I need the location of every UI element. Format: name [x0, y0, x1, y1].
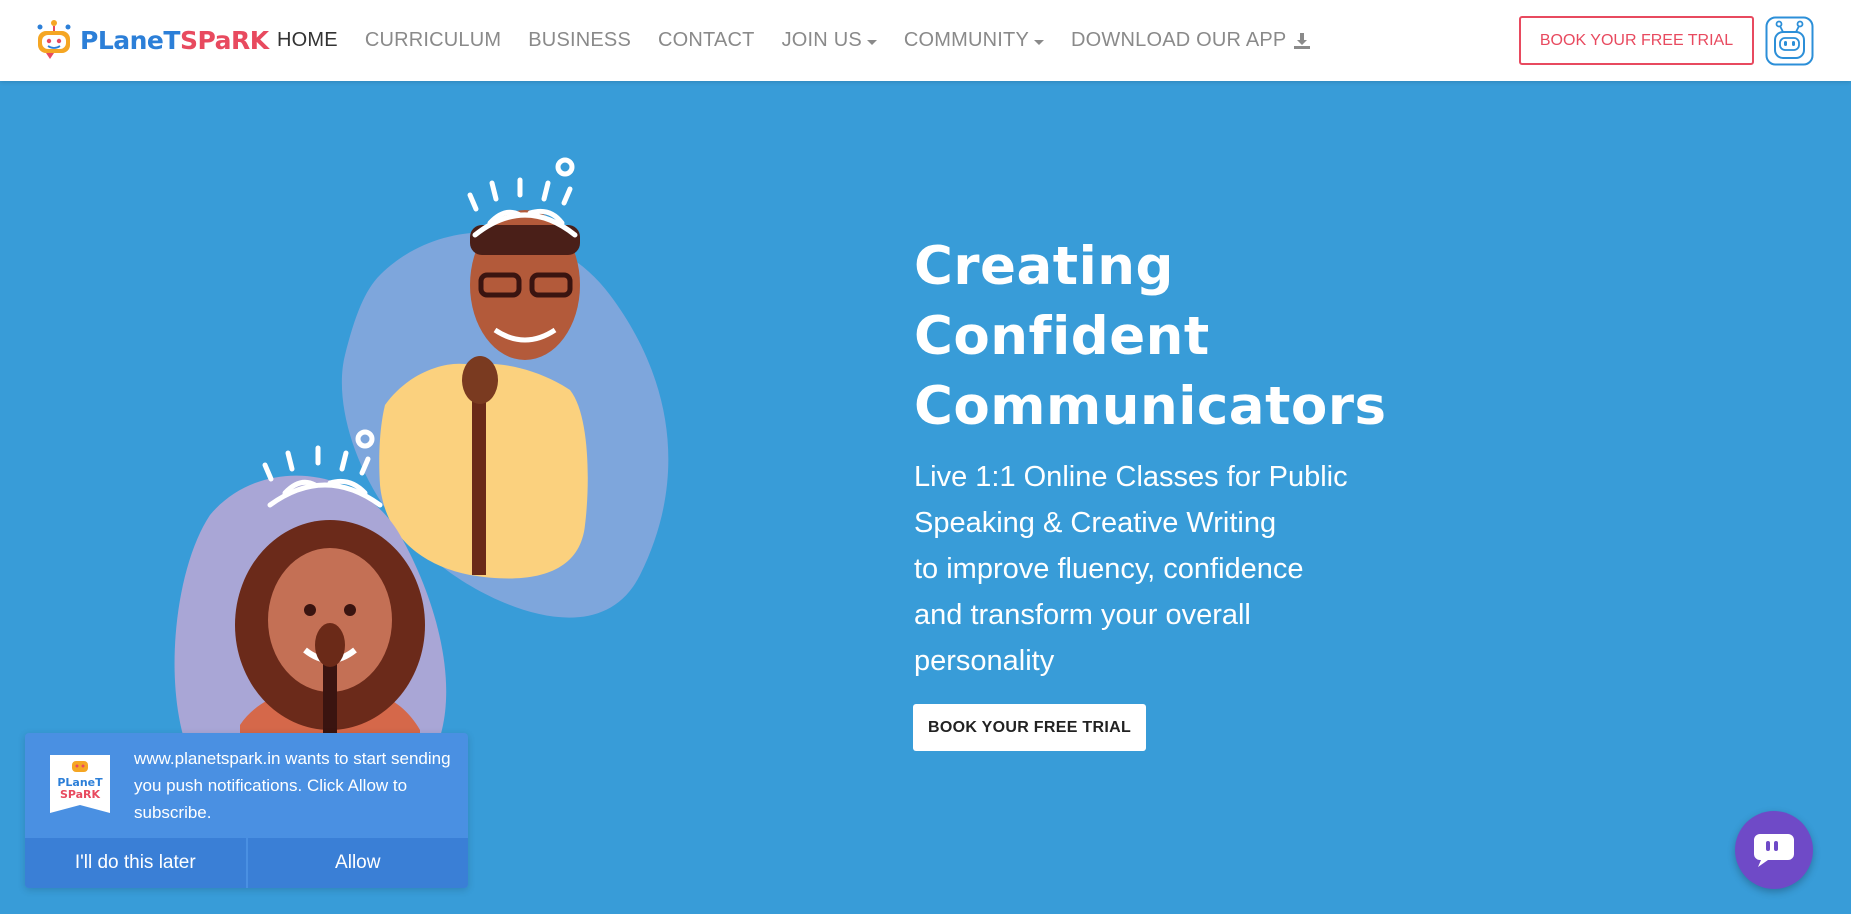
hero-subtitle-line-2: Speaking & Creative Writing [914, 507, 1277, 539]
hero-subtitle: Live 1:1 Online Classes for Public Speak… [914, 454, 1394, 684]
man-microphone-icon [462, 356, 498, 404]
push-notification-prompt: PLaneT SPaRK www.planetspark.in wants to… [25, 733, 468, 888]
chat-icon [1754, 834, 1794, 867]
robot-icon[interactable] [1765, 16, 1814, 66]
hero-title-line-2: Confident [914, 306, 1210, 367]
hero-title-line-1: Creating [914, 236, 1174, 297]
nav-join-us[interactable]: JOIN US [782, 29, 877, 52]
hero-subtitle-line-5: personality [914, 645, 1055, 677]
nav-business[interactable]: BUSINESS [528, 29, 631, 52]
allow-button[interactable]: Allow [245, 838, 468, 888]
nav-contact-label: CONTACT [658, 29, 755, 51]
hero-subtitle-line-4: and transform your overall [914, 599, 1251, 631]
girl-microphone-icon [315, 623, 345, 667]
nav-contact[interactable]: CONTACT [658, 29, 755, 52]
nav-home[interactable]: HOME [277, 29, 338, 52]
planetspark-logo[interactable]: PLaneTSPaRK [32, 18, 269, 62]
hero-subtitle-line-3: to improve fluency, confidence [914, 553, 1304, 585]
do-this-later-button[interactable]: I'll do this later [25, 838, 246, 888]
chat-widget-button[interactable] [1735, 811, 1813, 889]
logo-word-planet: PLaneT [80, 25, 180, 55]
robot-logo-icon [37, 20, 71, 59]
caret-down-icon [1034, 40, 1045, 45]
nav-download-app-label: DOWNLOAD OUR APP [1071, 29, 1287, 51]
caret-down-icon [866, 40, 877, 45]
main-nav: HOME CURRICULUM BUSINESS CONTACT JOIN US… [277, 0, 1339, 81]
badge-word-spark: SPaRK [60, 788, 101, 801]
book-free-trial-button-hero[interactable]: BOOK YOUR FREE TRIAL [913, 704, 1146, 751]
nav-community[interactable]: COMMUNITY [903, 29, 1045, 52]
logo-wordmark: PLaneTSPaRK [80, 26, 269, 55]
nav-business-label: BUSINESS [528, 29, 632, 51]
nav-download-app[interactable]: DOWNLOAD OUR APP [1071, 29, 1312, 52]
hero-subtitle-line-1: Live 1:1 Online Classes for Public [914, 461, 1348, 493]
nav-join-us-label: JOIN US [781, 29, 862, 51]
planetspark-badge-icon: PLaneT SPaRK [50, 755, 110, 813]
nav-community-label: COMMUNITY [903, 29, 1030, 51]
notification-actions: I'll do this later Allow [25, 838, 468, 888]
notification-message: www.planetspark.in wants to start sendin… [134, 749, 451, 822]
book-free-trial-button-header[interactable]: BOOK YOUR FREE TRIAL [1519, 16, 1754, 65]
nav-curriculum-label: CURRICULUM [364, 29, 502, 51]
hero-title-line-3: Communicators [914, 376, 1387, 437]
nav-curriculum[interactable]: CURRICULUM [365, 29, 501, 52]
nav-home-label: HOME [277, 29, 338, 51]
download-icon [1294, 32, 1311, 49]
logo-word-spark: SPaRK [179, 25, 269, 55]
hero-title: Creating Confident Communicators [914, 232, 1434, 442]
top-navbar: PLaneTSPaRK HOME CURRICULUM BUSINESS CON… [0, 0, 1851, 81]
